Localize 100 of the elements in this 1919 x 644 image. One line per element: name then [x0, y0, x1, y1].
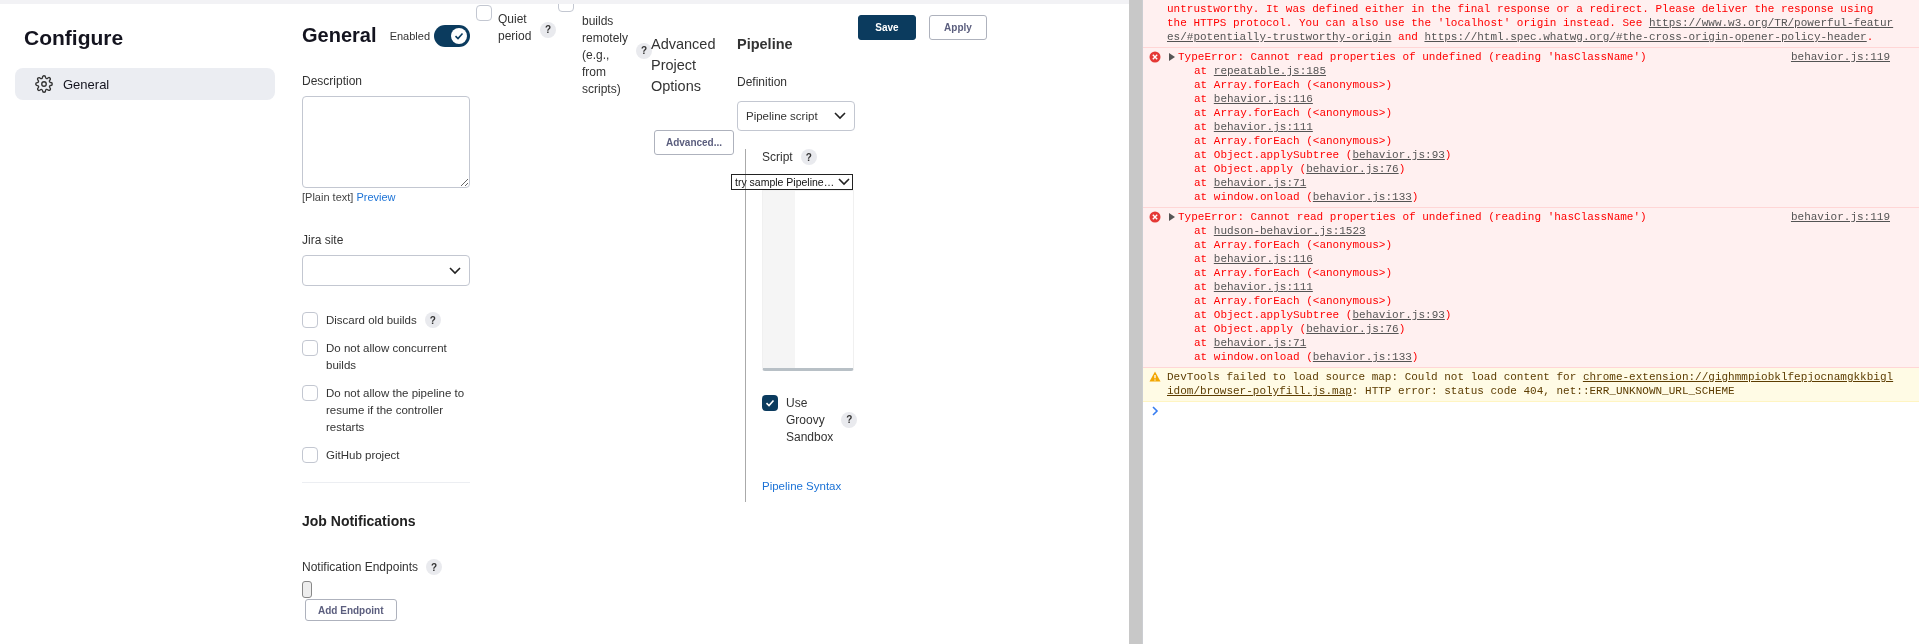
console-text: at [1194, 281, 1209, 293]
source-link[interactable]: repeatable.js:185 [1213, 65, 1327, 77]
console-text: untrustworthy. It was defined either in the final response or a redirect. Please deliver the response using [1167, 3, 1874, 15]
source-link[interactable]: https://www.w3.org/TR/powerful-featur [1648, 17, 1894, 29]
checkbox-label: Do not allow the pipeline to resume if the controller restarts [326, 386, 466, 435]
checkbox[interactable] [476, 5, 492, 21]
console-text: at Object.apply ( [1194, 323, 1307, 335]
console-text: at [1194, 225, 1209, 237]
checkbox[interactable] [762, 395, 778, 411]
description-field[interactable] [302, 96, 470, 188]
source-link[interactable]: hudson-behavior.js:1523 [1213, 225, 1366, 237]
expand-icon[interactable] [1169, 53, 1175, 61]
help-icon[interactable]: ? [424, 312, 441, 328]
section-heading: Pipeline [737, 35, 794, 54]
help-icon[interactable]: ? [841, 411, 858, 428]
checkbox-label: Use Groovy Sandbox [786, 395, 834, 446]
settings-icon [35, 75, 53, 93]
console-text: at Array.forEach (<anonymous>) [1194, 135, 1393, 147]
source-link[interactable]: behavior.js:93 [1352, 309, 1445, 321]
pipeline-syntax-link[interactable]: Pipeline Syntax [762, 480, 842, 492]
console-text: at [1194, 121, 1209, 133]
field-label: Definition [737, 75, 789, 89]
console-text: at [1194, 337, 1209, 349]
checkbox-label: Quiet period [498, 11, 533, 45]
console-text: at Object.apply ( [1194, 163, 1307, 175]
source-link[interactable]: behavior.js:116 [1213, 253, 1313, 265]
source-link[interactable]: behavior.js:93 [1352, 149, 1445, 161]
source-link[interactable]: behavior.js:119 [1790, 50, 1890, 64]
console-text: ) [1398, 163, 1406, 175]
console-text: . [1866, 31, 1874, 43]
definition-select[interactable]: Pipeline script [737, 101, 855, 131]
console-text: ) [1411, 351, 1419, 363]
source-link[interactable]: behavior.js:76 [1306, 323, 1399, 335]
console-text: : HTTP error: status code 404, net::ERR_UNKNOWN_URL_SCHEME [1351, 385, 1735, 397]
add-endpoint-button[interactable]: Add Endpoint [305, 599, 397, 621]
section-heading: General [302, 24, 377, 47]
source-link[interactable]: behavior.js:116 [1213, 93, 1313, 105]
section-heading: Advanced Project Options [651, 35, 717, 96]
check-icon [454, 30, 464, 41]
source-link[interactable]: es/#potentially-trustworthy-origin [1167, 31, 1392, 43]
preview-link[interactable]: Preview [356, 191, 396, 203]
console-text: ) [1444, 149, 1452, 161]
help-icon[interactable]: ? [636, 42, 652, 59]
source-link[interactable]: behavior.js:133 [1312, 191, 1412, 203]
prompt-icon[interactable] [1151, 406, 1159, 416]
checkbox-label: Do not allow concurrent builds [326, 341, 448, 373]
source-link[interactable]: idom/browser-polyfill.js.map [1167, 385, 1352, 397]
console-text: at Array.forEach (<anonymous>) [1194, 267, 1393, 279]
field-label: Notification Endpoints [302, 560, 419, 574]
source-link[interactable]: behavior.js:71 [1213, 337, 1307, 349]
apply-button[interactable]: Apply [929, 15, 987, 40]
source-link[interactable]: https://html.spec.whatwg.org/#the-cross-origin-opener-policy-header [1424, 31, 1867, 43]
help-icon[interactable]: ? [426, 559, 443, 575]
toggle-label: Enabled [389, 29, 430, 42]
console-text: at [1194, 93, 1209, 105]
jira-site-select[interactable] [302, 255, 470, 286]
console-text: at Object.applySubtree ( [1194, 149, 1353, 161]
source-link[interactable]: behavior.js:111 [1213, 121, 1313, 133]
check-icon [765, 398, 775, 408]
format-note: [Plain text] Preview [302, 191, 397, 203]
source-link[interactable]: behavior.js:119 [1790, 210, 1890, 224]
enabled-toggle[interactable] [434, 24, 470, 47]
expand-icon[interactable] [1169, 213, 1175, 221]
small-button[interactable] [302, 581, 312, 598]
source-link[interactable]: behavior.js:71 [1213, 177, 1307, 189]
checkbox-label: builds remotely (e.g., from scripts) [582, 13, 628, 98]
console-text: at Array.forEach (<anonymous>) [1194, 295, 1393, 307]
sidebar-item[interactable]: General [15, 68, 275, 100]
console-text: the HTTPS protocol. You can also use the 'localhost' origin instead. See [1167, 17, 1644, 29]
console-text: at window.onload ( [1194, 351, 1313, 363]
field-label: Description [302, 74, 364, 88]
help-icon[interactable]: ? [800, 149, 817, 165]
chevron-icon [449, 266, 461, 275]
console-text: and [1397, 31, 1419, 43]
checkbox[interactable] [302, 385, 318, 401]
checkbox[interactable] [302, 312, 318, 328]
checkbox[interactable] [302, 340, 318, 356]
error-message: TypeError: Cannot read properties of undefined (reading 'hasClassName') [1178, 50, 1647, 64]
console-text: at Array.forEach (<anonymous>) [1194, 239, 1393, 251]
source-link[interactable]: behavior.js:133 [1312, 351, 1412, 363]
field-label: Jira site [302, 233, 345, 247]
save-button[interactable]: Save [858, 15, 916, 40]
scrollbar[interactable] [1129, 0, 1142, 644]
console-text: at [1194, 65, 1209, 77]
console-text: at Object.applySubtree ( [1194, 309, 1353, 321]
console-text: at Array.forEach (<anonymous>) [1194, 79, 1393, 91]
source-link[interactable]: chrome-extension://gighmmpiobklfepjocnamgkkbigl [1582, 371, 1894, 383]
code-editor[interactable] [762, 190, 854, 371]
section-heading: Job Notifications [302, 513, 417, 529]
console-text: at [1194, 253, 1209, 265]
help-icon[interactable]: ? [540, 21, 556, 38]
chevron-icon [834, 112, 846, 120]
console-text: ) [1411, 191, 1419, 203]
source-link[interactable]: behavior.js:76 [1306, 163, 1399, 175]
console-text: at Array.forEach (<anonymous>) [1194, 107, 1393, 119]
console-text: ) [1398, 323, 1406, 335]
sample-select[interactable]: try sample Pipeline… [731, 174, 853, 190]
checkbox[interactable] [302, 447, 318, 463]
source-link[interactable]: behavior.js:111 [1213, 281, 1313, 293]
advanced-button[interactable]: Advanced... [654, 130, 734, 155]
